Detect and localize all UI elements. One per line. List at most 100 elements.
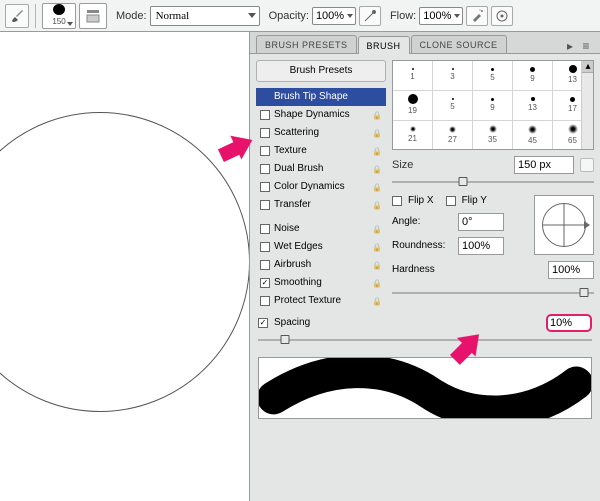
brush-thumb-label: 5 (450, 101, 454, 113)
thumbnail-scrollbar[interactable]: ▴ (581, 61, 593, 149)
opt-smoothing-checkbox[interactable] (260, 278, 270, 288)
opt-scattering[interactable]: Scattering (256, 124, 386, 142)
angle-value: 0° (462, 216, 473, 228)
opt-brush-tip-shape[interactable]: Brush Tip Shape (256, 88, 386, 106)
hard-dot-icon (530, 67, 535, 72)
reset-size-icon[interactable] (580, 158, 594, 172)
airbrush-button[interactable] (466, 6, 488, 26)
opt-shape-dynamics-checkbox[interactable] (260, 110, 270, 120)
opt-dual-brush-checkbox[interactable] (260, 164, 270, 174)
brush-preset-picker[interactable]: 150 (42, 3, 76, 29)
opt-transfer-checkbox[interactable] (260, 200, 270, 210)
opt-transfer-label: Transfer (274, 199, 372, 211)
brush-thumb[interactable]: 5 (473, 61, 513, 91)
brush-thumb[interactable]: 5 (433, 91, 473, 121)
spacing-value: 10% (550, 317, 572, 329)
opt-texture[interactable]: Texture (256, 142, 386, 160)
slider-handle-icon[interactable] (280, 335, 289, 344)
toggle-brush-panel-button[interactable] (79, 3, 107, 29)
scroll-up-icon[interactable]: ▴ (582, 61, 594, 73)
brush-thumb[interactable]: 45 (513, 121, 553, 150)
chevron-down-icon (347, 14, 353, 18)
panel-tabstrip: BRUSH PRESETS BRUSH CLONE SOURCE ▸ ≡ (250, 32, 600, 54)
flip-x-checkbox[interactable] (392, 196, 402, 206)
opt-color-dynamics-checkbox[interactable] (260, 182, 270, 192)
opacity-field[interactable]: 100% (312, 7, 356, 25)
brush-presets-button[interactable]: Brush Presets (256, 60, 386, 82)
size-slider[interactable] (392, 177, 594, 187)
panel-collapse-icon[interactable]: ▸ (562, 39, 578, 53)
opt-transfer[interactable]: Transfer (256, 196, 386, 214)
brush-thumb-label: 3 (450, 71, 454, 83)
opt-color-dynamics-label: Color Dynamics (274, 181, 372, 193)
fuzzy-dot-icon (528, 125, 537, 134)
lock-icon (372, 200, 382, 210)
opt-noise-label: Noise (274, 223, 372, 235)
brush-thumb-label: 13 (528, 102, 537, 114)
tab-brush[interactable]: BRUSH (358, 36, 410, 54)
opt-protect-texture[interactable]: Protect Texture (256, 292, 386, 310)
brush-thumb-label: 9 (530, 73, 534, 85)
brush-thumb-label: 19 (408, 105, 417, 117)
opt-texture-checkbox[interactable] (260, 146, 270, 156)
brush-thumb[interactable]: 9 (473, 91, 513, 121)
opt-airbrush-checkbox[interactable] (260, 260, 270, 270)
spacing-field[interactable]: 10% (546, 314, 592, 332)
hard-dot-icon (570, 97, 575, 102)
tab-clone-source[interactable]: CLONE SOURCE (411, 35, 507, 53)
angle-ring-icon (542, 203, 586, 247)
brush-thumb-label: 17 (568, 103, 577, 115)
opt-noise-checkbox[interactable] (260, 224, 270, 234)
brush-thumb[interactable]: 27 (433, 121, 473, 150)
brush-thumb[interactable]: 13 (513, 91, 553, 121)
brush-thumb[interactable]: 1 (393, 61, 433, 91)
angle-field[interactable]: 0° (458, 213, 504, 231)
spacing-slider[interactable] (258, 335, 592, 345)
brush-tool-button[interactable] (5, 4, 29, 28)
size-field[interactable]: 150 px (514, 156, 574, 174)
opt-texture-label: Texture (274, 145, 372, 157)
opt-scattering-label: Scattering (274, 127, 372, 139)
flip-x-label: Flip X (408, 195, 434, 207)
opt-shape-dynamics[interactable]: Shape Dynamics (256, 106, 386, 124)
brush-thumb-label: 65 (568, 135, 577, 147)
fuzzy-dot-icon (489, 125, 497, 133)
opt-protect-texture-checkbox[interactable] (260, 296, 270, 306)
hard-dot-icon (491, 98, 494, 101)
opt-color-dynamics[interactable]: Color Dynamics (256, 178, 386, 196)
opt-noise[interactable]: Noise (256, 220, 386, 238)
tab-brush-presets[interactable]: BRUSH PRESETS (256, 35, 357, 53)
opt-smoothing[interactable]: Smoothing (256, 274, 386, 292)
brush-options-list: Brush Presets Brush Tip ShapeShape Dynam… (256, 60, 386, 310)
roundness-field[interactable]: 100% (458, 237, 504, 255)
angle-control[interactable] (534, 195, 594, 255)
hardness-slider[interactable] (392, 288, 594, 298)
spacing-checkbox[interactable] (258, 318, 268, 328)
brush-thumb[interactable]: 19 (393, 91, 433, 121)
opt-airbrush[interactable]: Airbrush (256, 256, 386, 274)
brush-thumb[interactable]: 21 (393, 121, 433, 150)
brush-thumb[interactable]: 35 (473, 121, 513, 150)
brush-thumb-label: 1 (410, 71, 414, 83)
hard-dot-icon (491, 68, 494, 71)
opacity-pressure-button[interactable] (359, 6, 381, 26)
flip-y-checkbox[interactable] (446, 196, 456, 206)
opt-wet-edges[interactable]: Wet Edges (256, 238, 386, 256)
slider-handle-icon[interactable] (579, 288, 588, 297)
opt-dual-brush[interactable]: Dual Brush (256, 160, 386, 178)
brush-thumb-label: 45 (528, 135, 537, 147)
brush-thumb[interactable]: 3 (433, 61, 473, 91)
opt-wet-edges-checkbox[interactable] (260, 242, 270, 252)
slider-handle-icon[interactable] (458, 177, 467, 186)
document-canvas[interactable] (0, 32, 249, 501)
brush-thumb[interactable]: 9 (513, 61, 553, 91)
hardness-field[interactable]: 100% (548, 261, 594, 279)
flow-field[interactable]: 100% (419, 7, 463, 25)
opacity-label: Opacity: (269, 10, 309, 22)
blend-mode-select[interactable] (150, 6, 260, 26)
brush-thumb-label: 9 (490, 102, 494, 114)
brush-dot-icon (53, 4, 65, 15)
size-pressure-button[interactable] (491, 6, 513, 26)
panel-menu-icon[interactable]: ≡ (578, 39, 594, 53)
opt-scattering-checkbox[interactable] (260, 128, 270, 138)
